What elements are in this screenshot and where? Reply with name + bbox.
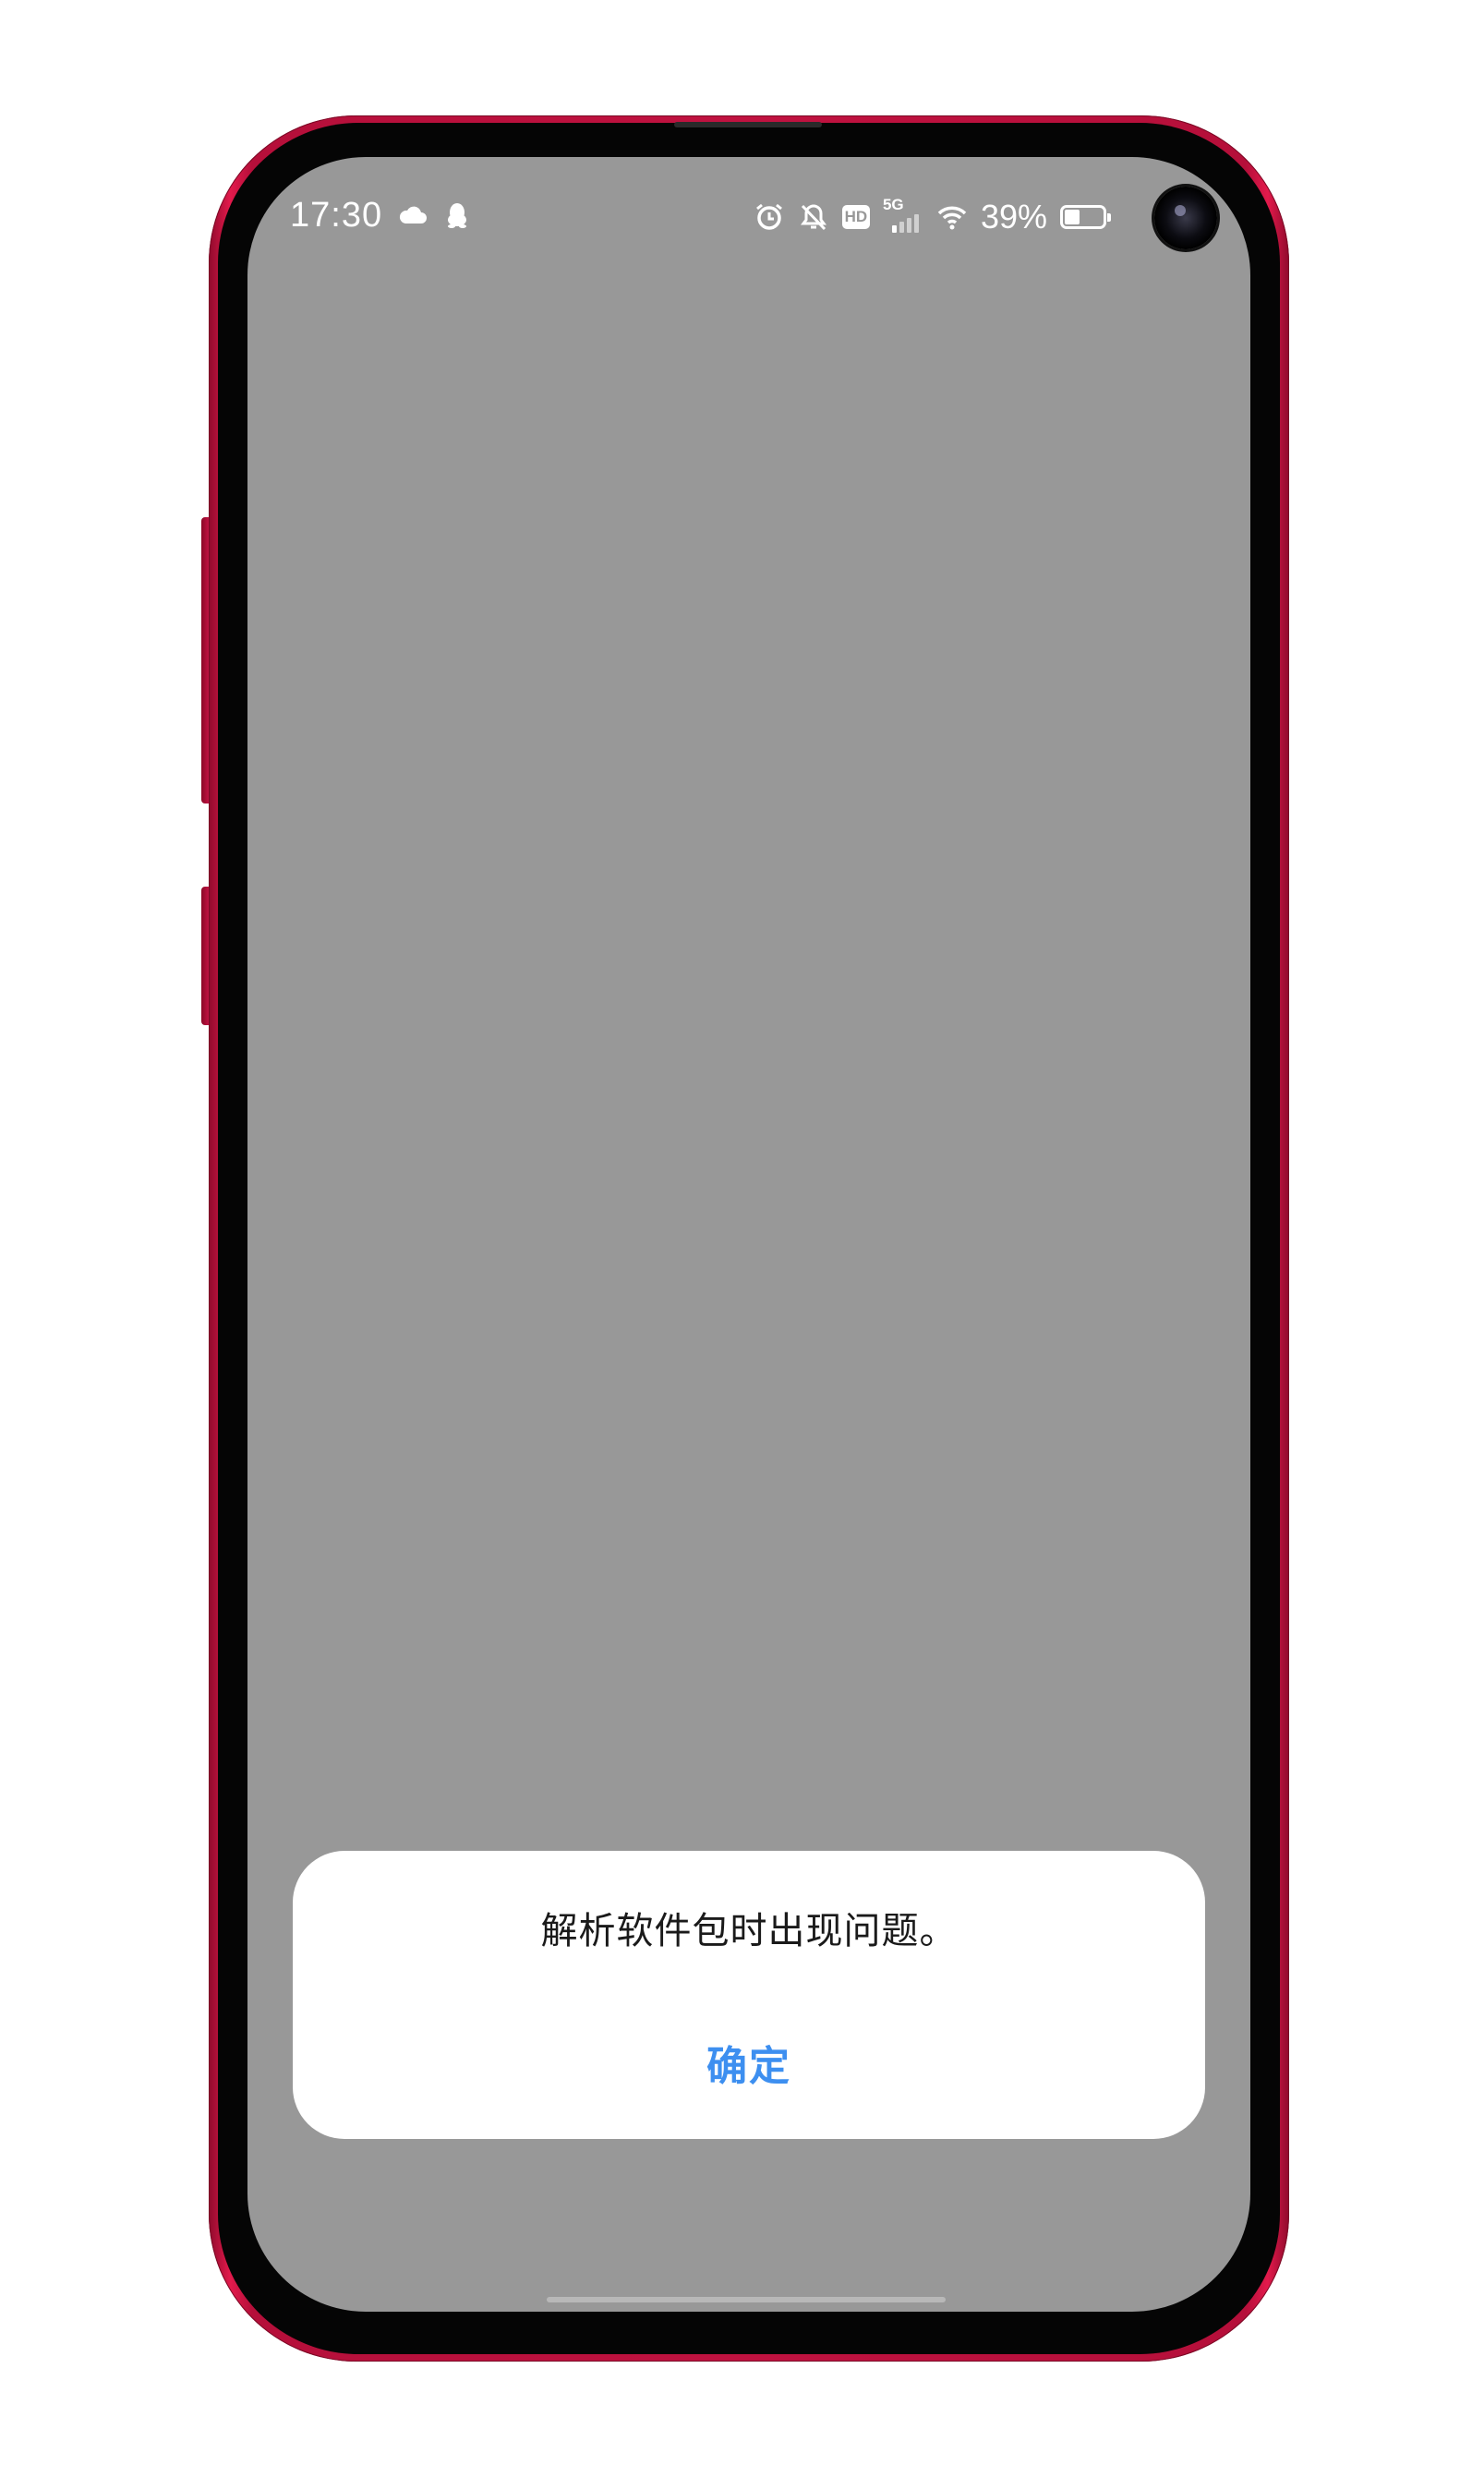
cloud-icon [397, 199, 428, 231]
signal-5g-icon: 5G [882, 196, 923, 235]
hd-icon: HD [841, 205, 870, 229]
battery-percent: 39% [980, 198, 1047, 236]
dialog-message: 解析软件包时出现问题。 [540, 1910, 958, 1952]
status-right-icons: HD 5G 39% [754, 196, 1111, 236]
phone-screen: 17:30 HD 5G 39% 解析软件包时出现问题。 确定 [247, 157, 1250, 2312]
front-camera [1154, 187, 1217, 249]
mute-notification-icon [798, 201, 829, 233]
alarm-icon [754, 201, 785, 233]
qq-penguin-icon [441, 199, 473, 231]
status-bar: 17:30 HD 5G 39% [247, 192, 1250, 248]
confirm-button[interactable]: 确定 [657, 2032, 841, 2100]
status-time: 17:30 [290, 196, 383, 235]
network-type-label: 5G [882, 196, 904, 213]
battery-fill [1065, 210, 1080, 224]
status-left-icons [397, 199, 473, 231]
wifi-icon [936, 201, 968, 233]
error-dialog: 解析软件包时出现问题。 确定 [293, 1851, 1205, 2139]
earpiece-speaker [674, 122, 822, 127]
home-indicator[interactable] [547, 2297, 946, 2302]
battery-icon [1060, 205, 1111, 229]
